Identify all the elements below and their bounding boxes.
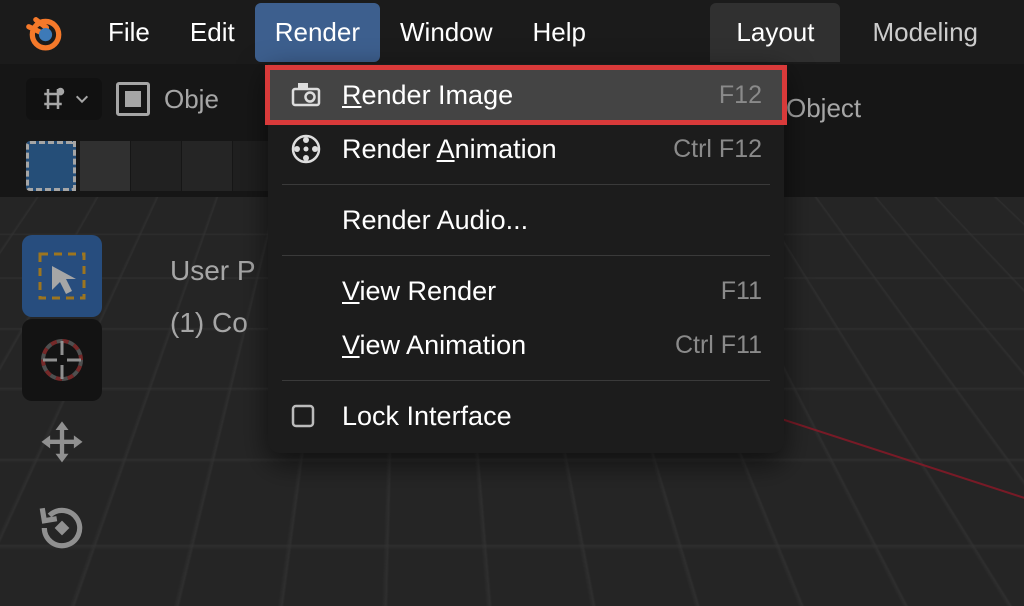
main-menu-bar: File Edit Render Window Help Layout Mode… xyxy=(0,0,1024,64)
render-image-icon xyxy=(290,79,342,111)
toolbar xyxy=(22,235,102,571)
menu-separator xyxy=(282,380,770,381)
shortcut-label: Ctrl F11 xyxy=(675,331,762,360)
menu-edit[interactable]: Edit xyxy=(170,3,255,62)
shortcut-label: Ctrl F12 xyxy=(673,135,762,164)
3d-cursor-icon xyxy=(37,335,87,385)
menu-label: View Animation xyxy=(342,330,675,361)
menu-item-render-animation[interactable]: Render Animation Ctrl F12 xyxy=(268,122,784,176)
chevron-down-icon xyxy=(74,91,90,107)
select-mode-3[interactable] xyxy=(131,141,181,191)
editor-type-button[interactable] xyxy=(26,78,102,120)
tool-rotate[interactable] xyxy=(22,487,102,569)
workspace-tab-modeling[interactable]: Modeling xyxy=(846,3,1004,62)
rotate-icon xyxy=(36,502,88,554)
render-menu-dropdown: Render Image F12 Render Animation Ctrl F… xyxy=(268,64,784,453)
menu-label: Lock Interface xyxy=(342,401,762,432)
select-mode-4[interactable] xyxy=(182,141,232,191)
shortcut-label: F12 xyxy=(719,81,762,110)
select-mode-2[interactable] xyxy=(80,141,130,191)
shortcut-label: F11 xyxy=(721,277,762,306)
grid-hash-icon xyxy=(38,84,68,114)
menu-window[interactable]: Window xyxy=(380,3,512,62)
menu-label: Render Image xyxy=(342,80,719,111)
select-mode-box[interactable] xyxy=(26,141,76,191)
tool-move[interactable] xyxy=(22,403,102,485)
menu-render[interactable]: Render xyxy=(255,3,380,62)
menu-file[interactable]: File xyxy=(88,3,170,62)
menu-item-render-audio[interactable]: Render Audio... xyxy=(268,193,784,247)
tool-select-box[interactable] xyxy=(22,235,102,317)
mode-label[interactable]: Obje xyxy=(164,84,219,115)
menu-label-object[interactable]: Object xyxy=(786,93,861,124)
menu-item-view-render[interactable]: View Render F11 xyxy=(268,264,784,318)
viewport-info-overlay: User P (1) Co xyxy=(170,245,256,349)
tool-cursor[interactable] xyxy=(22,319,102,401)
workspace-tab-layout[interactable]: Layout xyxy=(710,3,840,62)
menu-separator xyxy=(282,184,770,185)
box-select-icon xyxy=(36,250,88,302)
blender-logo-icon xyxy=(20,10,64,54)
film-reel-icon xyxy=(290,133,342,165)
menu-label: Render Audio... xyxy=(342,205,762,236)
menu-item-lock-interface[interactable]: Lock Interface xyxy=(268,389,784,443)
workspace-tabs: Layout Modeling xyxy=(710,3,1004,62)
viewport-info-line2: (1) Co xyxy=(170,297,256,349)
menu-item-view-animation[interactable]: View Animation Ctrl F11 xyxy=(268,318,784,372)
viewport-info-line1: User P xyxy=(170,245,256,297)
menu-help[interactable]: Help xyxy=(512,3,605,62)
object-mode-icon xyxy=(116,82,150,116)
menu-separator xyxy=(282,255,770,256)
checkbox-empty-icon xyxy=(290,403,342,429)
menu-label: Render Animation xyxy=(342,134,673,165)
menu-item-render-image[interactable]: Render Image F12 xyxy=(268,68,784,122)
move-icon xyxy=(35,417,89,471)
menu-label: View Render xyxy=(342,276,721,307)
